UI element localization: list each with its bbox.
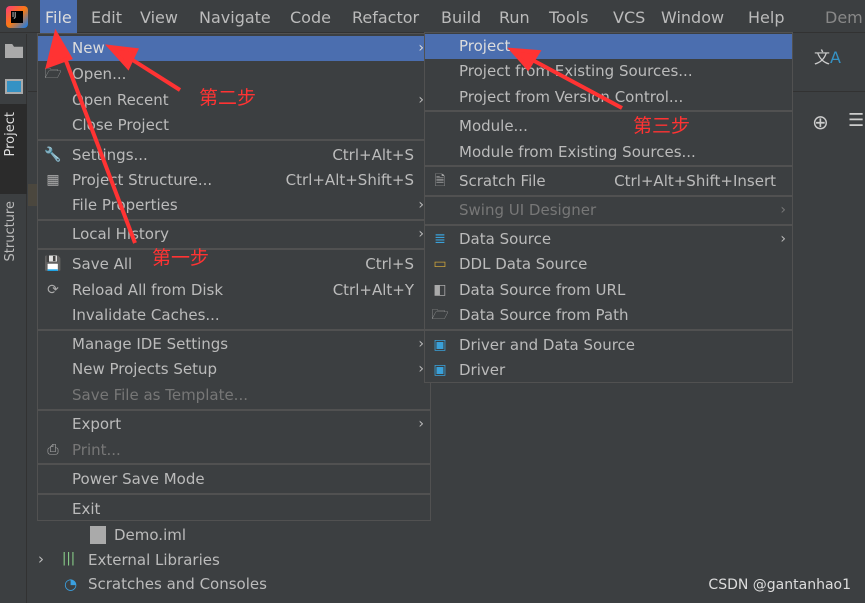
- watermark: CSDN @gantanhao1: [708, 577, 851, 593]
- arrow-step3: [524, 54, 623, 110]
- arrow-step1: [58, 44, 137, 244]
- annotation-arrows: [45, 28, 623, 244]
- annotation-step3: 第三步: [633, 115, 691, 137]
- annotation-step1: 第一步: [152, 247, 210, 269]
- annotation-step2: 第二步: [199, 87, 257, 109]
